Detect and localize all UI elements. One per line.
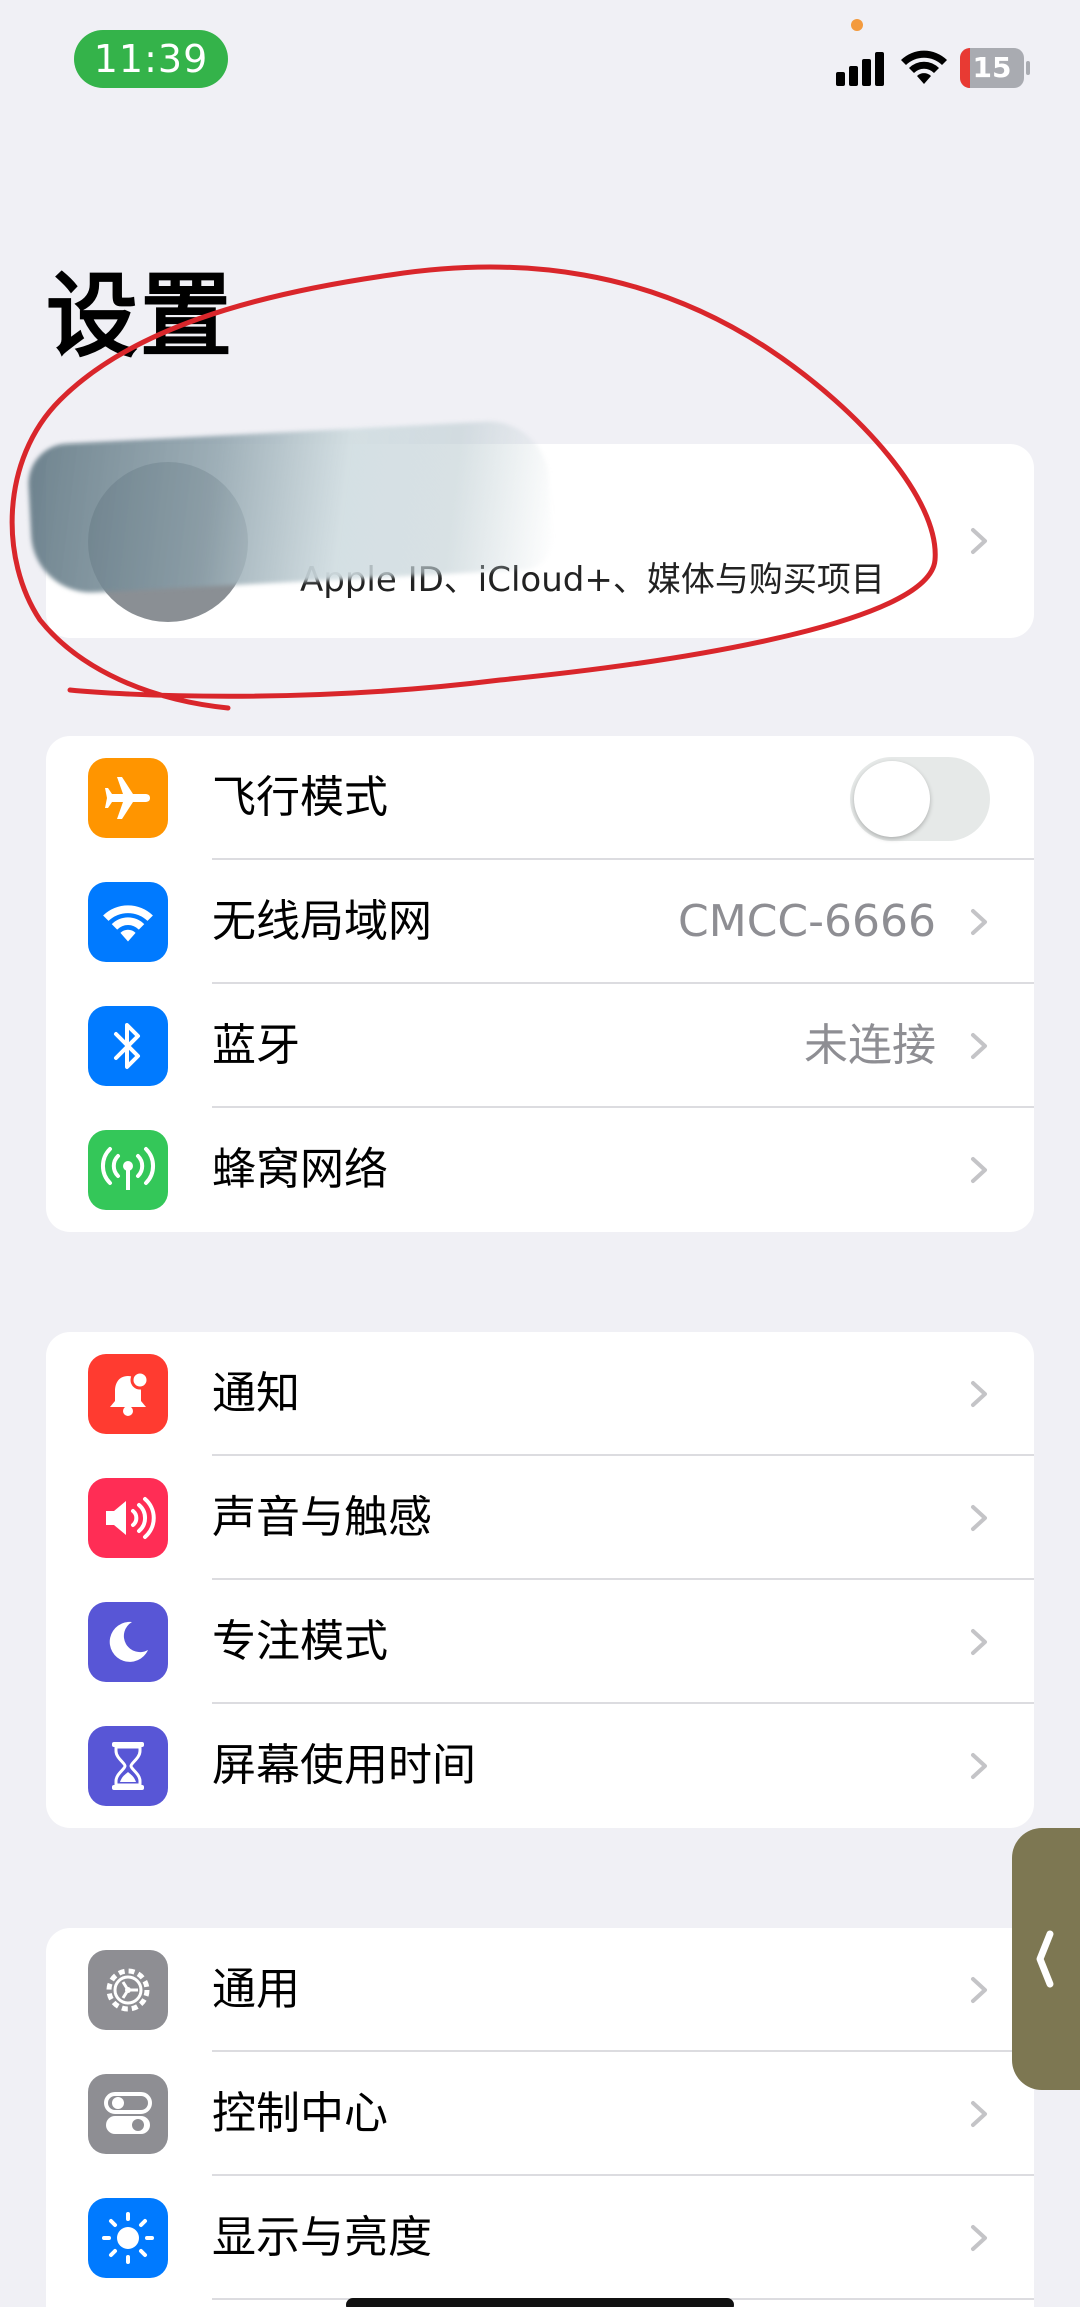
wifi-status-icon: [901, 50, 947, 84]
home-indicator[interactable]: [346, 2298, 734, 2307]
gear-icon: [88, 1950, 168, 2030]
row-control-center[interactable]: 控制中心: [46, 2052, 1034, 2176]
battery-level: 15: [972, 51, 1012, 84]
chevron-right-icon: [971, 2101, 987, 2127]
cellular-icon: [88, 1130, 168, 1210]
row-label: 蜂窝网络: [212, 1144, 388, 1195]
row-label: 通用: [212, 1964, 300, 2015]
row-label: 蓝牙: [212, 1020, 300, 1071]
row-bluetooth[interactable]: 蓝牙 未连接: [46, 984, 1034, 1108]
row-label: 屏幕使用时间: [212, 1740, 476, 1791]
side-drawer-handle[interactable]: [1012, 1828, 1080, 2090]
page-title: 设置: [46, 263, 235, 370]
row-label: 飞行模式: [212, 772, 388, 823]
row-cellular[interactable]: 蜂窝网络: [46, 1108, 1034, 1232]
row-label: 显示与亮度: [212, 2212, 432, 2263]
wifi-network-value: CMCC-6666: [678, 896, 936, 947]
bell-icon: [88, 1354, 168, 1434]
chevron-right-icon: [971, 909, 987, 935]
chevron-right-icon: [971, 528, 987, 554]
chevron-right-icon: [971, 1381, 987, 1407]
chevron-right-icon: [971, 1157, 987, 1183]
chevron-left-icon: [1036, 1930, 1054, 1988]
bluetooth-status-value: 未连接: [804, 1020, 936, 1071]
speaker-icon: [88, 1478, 168, 1558]
battery-icon: 15: [960, 48, 1030, 88]
airplane-icon: [88, 758, 168, 838]
row-airplane-mode[interactable]: 飞行模式: [46, 736, 1034, 860]
switches-icon: [88, 2074, 168, 2154]
redaction-scribble: [26, 418, 554, 596]
chevron-right-icon: [971, 1977, 987, 2003]
row-label: 声音与触感: [212, 1492, 432, 1543]
row-general[interactable]: 通用: [46, 1928, 1034, 2052]
wifi-icon: [88, 882, 168, 962]
airplane-mode-toggle[interactable]: [850, 757, 990, 841]
chevron-right-icon: [971, 1033, 987, 1059]
row-focus[interactable]: 专注模式: [46, 1580, 1034, 1704]
hourglass-icon: [88, 1726, 168, 1806]
chevron-right-icon: [971, 1753, 987, 1779]
row-sounds-haptics[interactable]: 声音与触感: [46, 1456, 1034, 1580]
row-label: 控制中心: [212, 2088, 388, 2139]
sun-icon: [88, 2198, 168, 2278]
moon-icon: [88, 1602, 168, 1682]
bluetooth-icon: [88, 1006, 168, 1086]
settings-group-connectivity: 飞行模式 无线局域网 CMCC-6666 蓝牙 未连接 蜂窝网络: [46, 736, 1034, 1232]
row-wifi[interactable]: 无线局域网 CMCC-6666: [46, 860, 1034, 984]
row-label: 无线局域网: [212, 896, 432, 947]
chevron-right-icon: [971, 2225, 987, 2251]
row-display-brightness[interactable]: 显示与亮度: [46, 2176, 1034, 2300]
row-notifications[interactable]: 通知: [46, 1332, 1034, 1456]
row-screen-time[interactable]: 屏幕使用时间: [46, 1704, 1034, 1828]
settings-group-general: 通用 控制中心 显示与亮度: [46, 1928, 1034, 2307]
status-bar: 11:39 15: [0, 0, 1080, 130]
chevron-right-icon: [971, 1505, 987, 1531]
chevron-right-icon: [971, 1629, 987, 1655]
settings-group-notifications: 通知 声音与触感 专注模式 屏幕使用时间: [46, 1332, 1034, 1828]
signal-icon: [836, 50, 886, 86]
row-label: 通知: [212, 1368, 300, 1419]
privacy-indicator-dot: [851, 19, 863, 31]
status-time: 11:39: [74, 30, 228, 88]
row-label: 专注模式: [212, 1616, 388, 1667]
